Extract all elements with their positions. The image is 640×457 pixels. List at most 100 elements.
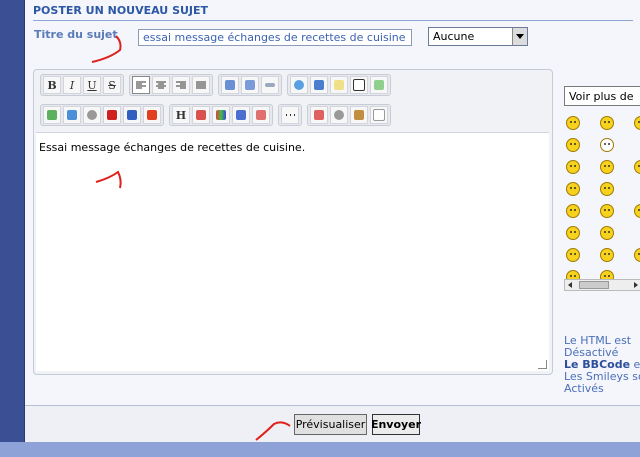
justify-button[interactable] (192, 76, 210, 94)
grin-icon[interactable] (600, 116, 614, 130)
link-button[interactable] (83, 106, 101, 124)
underline-button[interactable]: U (83, 76, 101, 94)
align-right-icon (176, 81, 186, 88)
shocked-icon[interactable] (634, 248, 640, 262)
flash-button[interactable] (143, 106, 161, 124)
question-icon[interactable] (600, 248, 614, 262)
smileys-status-line2: Activés (564, 382, 604, 395)
blush-icon[interactable] (566, 226, 580, 240)
toolbar-row-1: B I U S (40, 74, 391, 96)
flash-icon (147, 110, 157, 120)
code-button[interactable] (310, 76, 328, 94)
table-icon (374, 80, 384, 90)
color-button[interactable] (212, 106, 230, 124)
justify-icon (196, 81, 206, 88)
subject-label: Titre du sujet (34, 28, 118, 41)
link-icon (87, 110, 97, 120)
bullet-list-button[interactable] (221, 76, 239, 94)
cool-icon[interactable] (634, 160, 640, 174)
insert-group (287, 74, 391, 96)
italic-button[interactable]: I (63, 76, 81, 94)
cat-icon[interactable] (600, 204, 614, 218)
picture-icon (67, 110, 77, 120)
bullet-list-icon (225, 80, 235, 90)
calendar-icon (314, 110, 324, 120)
clipboard-icon (354, 110, 364, 120)
laugh-icon[interactable] (566, 160, 580, 174)
code-icon (314, 80, 324, 90)
sad-icon[interactable] (566, 138, 580, 152)
smiley-select-label: Voir plus de (569, 90, 634, 103)
smile-icon[interactable] (566, 116, 580, 130)
font-icon (236, 110, 246, 120)
scroll-right-icon (634, 282, 638, 288)
scroll-left-icon (568, 282, 572, 288)
wink-icon[interactable] (566, 182, 580, 196)
new-page-button[interactable] (370, 106, 388, 124)
text-style-group: B I U S (40, 74, 124, 96)
chevron-down-icon (512, 28, 527, 45)
glasses-icon[interactable] (600, 138, 614, 152)
surprised-icon[interactable] (600, 182, 614, 196)
smiley-category-select[interactable]: Voir plus de (564, 86, 640, 106)
scroll-thumb (579, 281, 609, 289)
table-button[interactable] (370, 76, 388, 94)
youtube-button[interactable] (103, 106, 121, 124)
strikethrough-button[interactable]: S (103, 76, 121, 94)
hide-button[interactable] (350, 76, 368, 94)
settings-button[interactable] (330, 106, 348, 124)
numbered-list-icon (245, 80, 255, 90)
host-image-button[interactable] (63, 106, 81, 124)
media-group (40, 104, 164, 126)
font-size-button[interactable] (192, 106, 210, 124)
youtube-icon (107, 110, 117, 120)
resize-handle[interactable] (538, 360, 547, 369)
horizontal-rule-button[interactable] (261, 76, 279, 94)
subject-input[interactable]: essai message échanges de recettes de cu… (138, 29, 412, 46)
align-center-icon (156, 81, 166, 88)
align-center-button[interactable] (152, 76, 170, 94)
image-button[interactable] (43, 106, 61, 124)
document-icon (334, 80, 344, 90)
editor-box: B I U S H Essai message échanges de rece… (33, 69, 553, 375)
topic-type-select[interactable]: Aucune (428, 27, 528, 46)
remove-format-button[interactable] (252, 106, 270, 124)
posting-rules: Le HTML est Désactivé Le BBCode est Les … (564, 335, 640, 395)
paste-button[interactable] (350, 106, 368, 124)
align-right-button[interactable] (172, 76, 190, 94)
font-size-icon (196, 110, 206, 120)
date-button[interactable] (310, 106, 328, 124)
eraser-icon (256, 110, 266, 120)
message-editor[interactable]: Essai message échanges de recettes de cu… (36, 132, 549, 371)
align-group (129, 74, 213, 96)
dailymotion-button[interactable] (123, 106, 141, 124)
hide-icon (353, 79, 365, 91)
video-icon (127, 110, 137, 120)
page-title: POSTER UN NOUVEAU SUJET (33, 4, 633, 21)
angry-icon[interactable] (634, 204, 640, 218)
neutral-icon[interactable] (566, 204, 580, 218)
more-button[interactable] (281, 106, 299, 124)
big-grin-icon[interactable] (600, 160, 614, 174)
more-dots-icon (286, 114, 295, 116)
font-button[interactable] (232, 106, 250, 124)
toolbar-row-2: H (40, 104, 391, 126)
preview-button[interactable]: Prévisualiser (294, 414, 367, 435)
align-left-button[interactable] (132, 76, 150, 94)
spoiler-button[interactable] (330, 76, 348, 94)
message-text: Essai message échanges de recettes de cu… (39, 141, 306, 154)
bold-button[interactable]: B (43, 76, 61, 94)
align-left-icon (136, 81, 146, 88)
exclamation-icon[interactable] (566, 248, 580, 262)
tongue-icon[interactable] (600, 226, 614, 240)
gear-icon (334, 110, 344, 120)
happy-icon[interactable] (634, 116, 640, 130)
numbered-list-button[interactable] (241, 76, 259, 94)
send-button[interactable]: Envoyer (371, 414, 421, 435)
quote-button[interactable] (290, 76, 308, 94)
smiley-scrollbar[interactable] (564, 279, 640, 291)
horizontal-rule-icon (265, 83, 275, 87)
heading-button[interactable]: H (172, 106, 190, 124)
smiley-grid (566, 116, 640, 284)
bottom-strip (0, 442, 640, 457)
